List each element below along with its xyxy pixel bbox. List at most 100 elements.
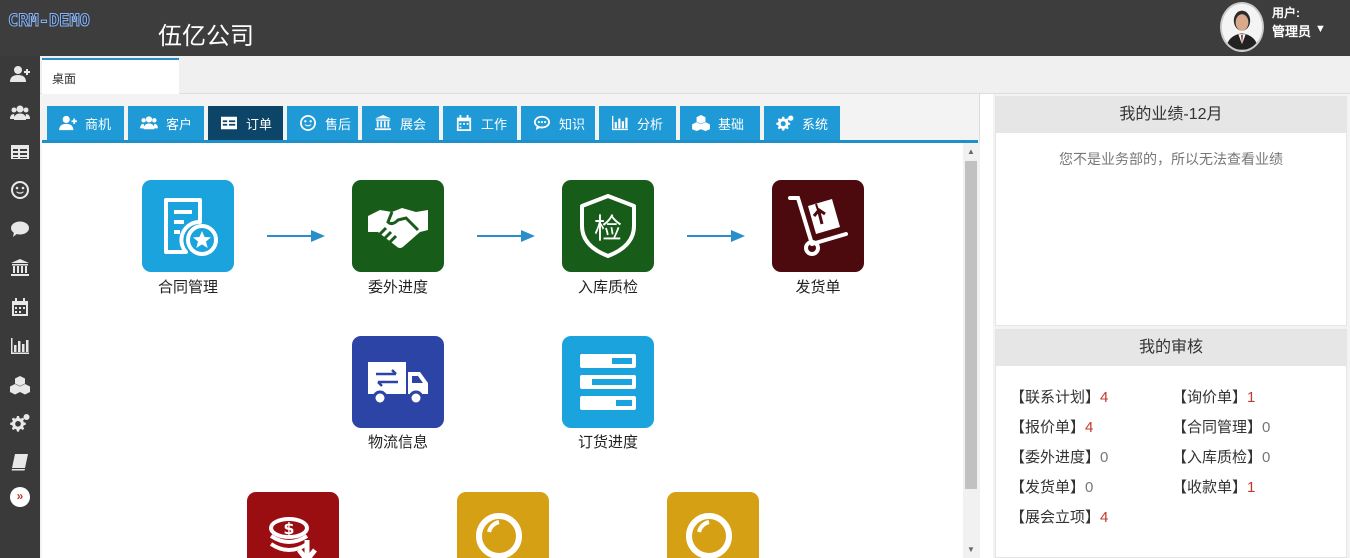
scroll-down-icon[interactable]: ▼: [967, 545, 975, 554]
audit-item-receipt[interactable]: 【收款单】1: [1172, 476, 1255, 497]
caret-down-icon[interactable]: ▼: [1315, 23, 1326, 35]
contract-label[interactable]: 合同管理: [123, 276, 253, 297]
order-progress-label[interactable]: 订货进度: [543, 431, 673, 452]
smile-icon[interactable]: [8, 178, 32, 202]
tab-system[interactable]: 系统: [764, 106, 840, 140]
audit-label: 【委外进度】: [1010, 449, 1101, 466]
tab-label: 分析: [637, 116, 664, 132]
scroll-up-icon[interactable]: ▲: [967, 147, 975, 156]
main-panel: 商机 客户 订单 售后 展会 工作 知识 分析 基础 系统 合同管理 委外进度 …: [40, 94, 980, 558]
user-name[interactable]: 管理员: [1272, 21, 1311, 40]
tab-label: 基础: [718, 116, 745, 132]
audit-count: 1: [1247, 479, 1256, 496]
user-label: 用户:: [1272, 6, 1300, 20]
audit-panel: 我的审核 【联系计划】4 【询价单】1 【报价单】4 【合同管理】0 【委外进度…: [995, 329, 1347, 558]
tab-label: 知识: [559, 116, 586, 132]
audit-label: 【联系计划】: [1010, 389, 1101, 406]
book-icon[interactable]: [8, 450, 32, 474]
audit-label: 【报价单】: [1010, 419, 1086, 436]
tab-exhibition[interactable]: 展会: [362, 106, 439, 140]
performance-panel: 我的业绩-12月 您不是业务部的，所以无法查看业绩: [995, 96, 1347, 326]
inspection-shield-icon: 检: [580, 194, 636, 258]
logistics-label[interactable]: 物流信息: [333, 431, 463, 452]
app-logo[interactable]: CRM-DEMO: [8, 11, 91, 32]
comment-icon[interactable]: [8, 217, 32, 241]
audit-item-inquiry[interactable]: 【询价单】1: [1172, 386, 1255, 407]
progress-bars-icon: [580, 354, 636, 410]
users-icon[interactable]: [8, 101, 32, 125]
tab-after-sales[interactable]: 售后: [287, 106, 358, 140]
tab-work[interactable]: 工作: [443, 106, 517, 140]
tab-label: 订单: [246, 116, 273, 132]
logistics-tile[interactable]: [352, 336, 444, 428]
audit-item-quotation[interactable]: 【报价单】4: [1010, 416, 1093, 437]
audit-item-contract[interactable]: 【合同管理】0: [1172, 416, 1270, 437]
inspection-label[interactable]: 入库质检: [543, 276, 673, 297]
content-scrollbar[interactable]: ▲ ▼: [963, 143, 980, 558]
left-sidebar: »: [0, 56, 40, 558]
tab-knowledge[interactable]: 知识: [521, 106, 595, 140]
tab-opportunity[interactable]: 商机: [47, 106, 124, 140]
tab-label: 客户: [166, 116, 193, 132]
calendar-icon: [456, 115, 472, 131]
tab-customer[interactable]: 客户: [128, 106, 204, 140]
search-tile[interactable]: [667, 492, 759, 558]
delivery-tile[interactable]: [772, 180, 864, 272]
hand-truck-icon: [788, 196, 848, 256]
avatar-image: [1222, 4, 1262, 50]
scroll-thumb[interactable]: [965, 161, 977, 489]
performance-message: 您不是业务部的，所以无法查看业绩: [1059, 151, 1283, 167]
delivery-label[interactable]: 发货单: [753, 276, 883, 297]
right-column: 我的业绩-12月 您不是业务部的，所以无法查看业绩 我的审核 【联系计划】4 【…: [993, 94, 1350, 558]
users-icon: [140, 116, 158, 130]
audit-label: 【发货单】: [1010, 479, 1086, 496]
tab-label: 工作: [481, 116, 508, 132]
table-icon[interactable]: [8, 140, 32, 164]
performance-title: 我的业绩-12月: [996, 97, 1346, 133]
bank-icon[interactable]: [8, 256, 32, 280]
money-down-icon: $: [269, 517, 317, 558]
outsourcing-label[interactable]: 委外进度: [333, 276, 463, 297]
audit-item-inspection[interactable]: 【入库质检】0: [1172, 446, 1270, 467]
calendar-icon[interactable]: [8, 295, 32, 319]
audit-count: 0: [1100, 449, 1109, 466]
user-avatar[interactable]: [1220, 2, 1264, 52]
gears-icon[interactable]: [8, 411, 32, 435]
audit-item-delivery[interactable]: 【发货单】0: [1010, 476, 1093, 497]
audit-label: 【询价单】: [1172, 389, 1248, 406]
expand-sidebar-icon[interactable]: »: [10, 487, 30, 507]
handshake-icon: [368, 208, 428, 248]
cubes-icon[interactable]: [8, 373, 32, 397]
audit-count: 4: [1100, 509, 1109, 526]
payment-tile[interactable]: $: [247, 492, 339, 558]
audit-count: 0: [1262, 419, 1271, 436]
tab-label: 展会: [400, 116, 427, 132]
search-tile[interactable]: [457, 492, 549, 558]
audit-title: 我的审核: [996, 330, 1346, 366]
audit-count: 4: [1085, 419, 1094, 436]
user-plus-icon[interactable]: [8, 62, 32, 86]
order-progress-tile[interactable]: [562, 336, 654, 428]
audit-count: 4: [1100, 389, 1109, 406]
contract-icon: [164, 198, 218, 256]
tab-desktop[interactable]: 桌面: [42, 58, 179, 94]
tab-analysis[interactable]: 分析: [599, 106, 676, 140]
page-tab-strip: 桌面: [40, 56, 1350, 94]
svg-text:$: $: [283, 519, 294, 538]
tab-order[interactable]: 订单: [208, 106, 283, 140]
bar-chart-icon[interactable]: [8, 334, 32, 358]
flow-arrow: [267, 230, 325, 242]
company-name: 伍亿公司: [158, 23, 254, 50]
gears-icon: [776, 115, 794, 131]
audit-item-exhibition[interactable]: 【展会立项】4: [1010, 506, 1108, 527]
bank-icon: [375, 115, 391, 131]
cubes-icon: [692, 115, 710, 131]
audit-item-contact-plan[interactable]: 【联系计划】4: [1010, 386, 1108, 407]
user-plus-icon: [59, 115, 77, 131]
tab-basic[interactable]: 基础: [680, 106, 760, 140]
contract-tile[interactable]: [142, 180, 234, 272]
top-header: CRM-DEMO 伍亿公司 用户: 管理员 ▼: [0, 0, 1350, 56]
outsourcing-tile[interactable]: [352, 180, 444, 272]
inspection-tile[interactable]: 检: [562, 180, 654, 272]
audit-item-outsourcing[interactable]: 【委外进度】0: [1010, 446, 1108, 467]
